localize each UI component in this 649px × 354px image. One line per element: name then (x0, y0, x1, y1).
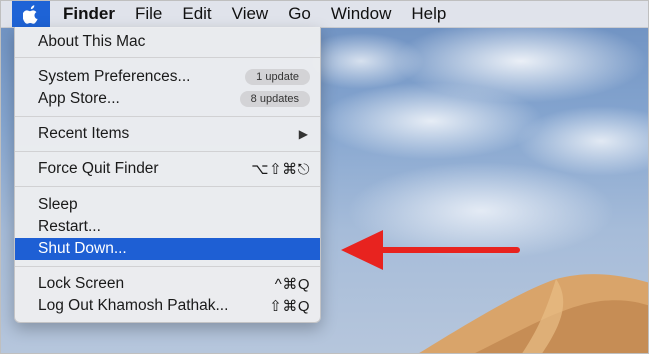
menu-finder[interactable]: Finder (50, 4, 125, 24)
apple-menu-dropdown: About This Mac System Preferences... 1 u… (14, 27, 321, 323)
menu-item-shut-down[interactable]: Shut Down... (15, 238, 320, 260)
menu-item-label: Shut Down... (38, 240, 127, 257)
submenu-arrow-icon: ▶ (298, 127, 308, 141)
keyboard-shortcut: ⇧⌘Q (269, 298, 310, 315)
menu-file[interactable]: File (125, 4, 172, 24)
menu-item-label: About This Mac (38, 33, 146, 50)
menu-item-label: Recent Items (38, 125, 130, 142)
menu-item-recent-items[interactable]: Recent Items ▶ (15, 123, 320, 145)
menu-item-label: Sleep (38, 196, 78, 213)
apple-icon (23, 4, 38, 24)
menu-view[interactable]: View (222, 4, 279, 24)
menu-item-label: Force Quit Finder (38, 160, 159, 177)
menu-item-label: System Preferences... (38, 68, 191, 85)
menu-item-sleep[interactable]: Sleep (15, 194, 320, 216)
menu-item-log-out[interactable]: Log Out Khamosh Pathak... ⇧⌘Q (15, 295, 320, 317)
menu-item-label: Lock Screen (38, 275, 125, 292)
menu-separator (15, 151, 320, 152)
menu-bar: Finder File Edit View Go Window Help (1, 1, 648, 28)
menu-item-label: App Store... (38, 90, 120, 107)
menu-item-label: Restart... (38, 218, 101, 235)
menu-separator (15, 57, 320, 58)
menu-go[interactable]: Go (278, 4, 321, 24)
screen: Finder File Edit View Go Window Help Abo… (0, 0, 649, 354)
menu-item-about-this-mac[interactable]: About This Mac (15, 31, 320, 53)
menu-item-label: Log Out Khamosh Pathak... (38, 297, 229, 314)
keyboard-shortcut: ^⌘Q (274, 276, 310, 293)
menu-item-lock-screen[interactable]: Lock Screen ^⌘Q (15, 273, 320, 295)
menu-item-force-quit[interactable]: Force Quit Finder ⌥⇧⌘⎋ (15, 158, 320, 180)
menu-item-restart[interactable]: Restart... (15, 216, 320, 238)
menu-separator (15, 116, 320, 117)
apple-menu-button[interactable] (12, 1, 50, 27)
menu-window[interactable]: Window (321, 4, 401, 24)
menu-separator (15, 186, 320, 187)
menu-item-system-preferences[interactable]: System Preferences... 1 update (15, 66, 320, 88)
menu-edit[interactable]: Edit (172, 4, 221, 24)
annotation-arrow-icon (341, 230, 520, 270)
menu-item-app-store[interactable]: App Store... 8 updates (15, 88, 320, 110)
update-badge: 1 update (245, 69, 310, 85)
menu-help[interactable]: Help (401, 4, 456, 24)
menu-separator (15, 266, 320, 267)
update-badge: 8 updates (239, 91, 310, 107)
keyboard-shortcut: ⌥⇧⌘⎋ (251, 161, 310, 178)
